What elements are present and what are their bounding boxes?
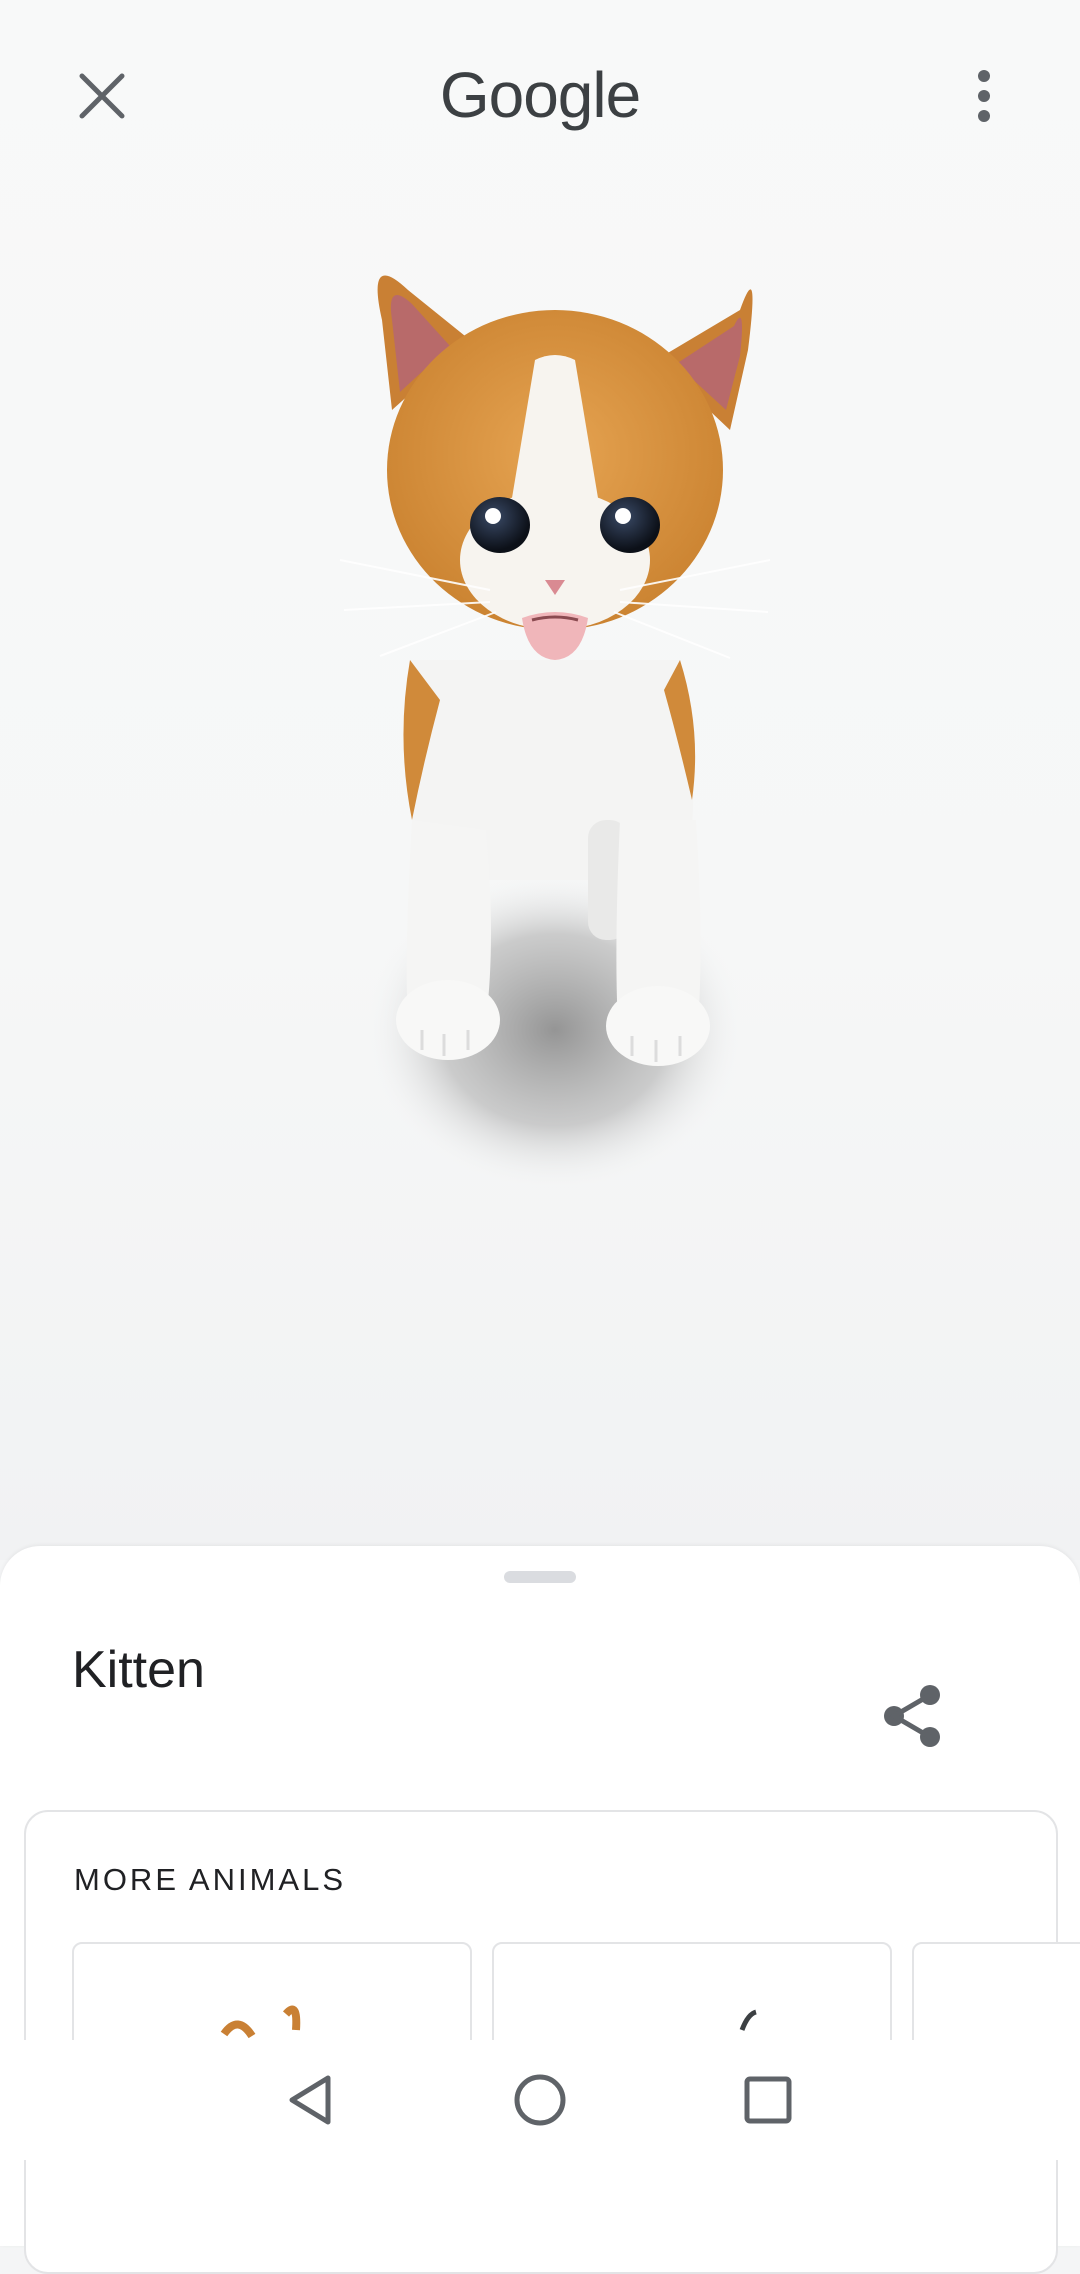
back-triangle-icon: [289, 2075, 331, 2125]
home-button[interactable]: [490, 2060, 590, 2140]
more-animals-heading: MORE ANIMALS: [74, 1862, 346, 1897]
share-button[interactable]: [865, 1668, 961, 1764]
animal-title: Kitten: [72, 1641, 205, 1699]
more-options-button[interactable]: [936, 48, 1032, 144]
ar-viewer[interactable]: Google: [0, 0, 1080, 1560]
kitten-3d-model[interactable]: [300, 260, 800, 1240]
more-vert-icon: [978, 70, 990, 122]
kitten-illustration: [339, 275, 771, 1190]
home-circle-icon: [514, 2074, 566, 2126]
share-icon: [884, 1685, 940, 1747]
top-bar: Google: [0, 0, 1080, 200]
google-logo: Google: [439, 59, 641, 131]
system-nav-bar: [0, 2040, 1080, 2160]
recents-square-icon: [744, 2076, 792, 2124]
recents-button[interactable]: [718, 2060, 818, 2140]
back-button[interactable]: [260, 2060, 360, 2140]
drag-handle[interactable]: [504, 1571, 576, 1583]
